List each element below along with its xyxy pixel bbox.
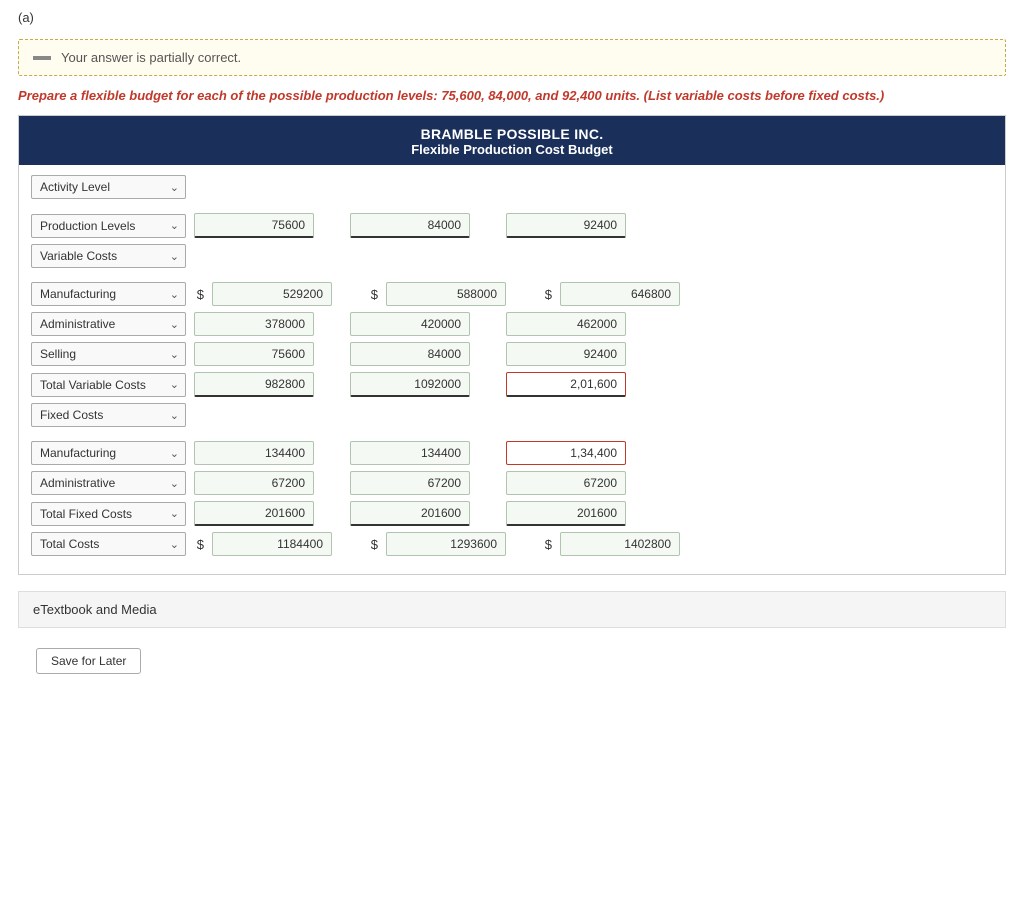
etextbook-label: eTextbook and Media bbox=[33, 602, 157, 617]
value-cell-total-fixed-costs-0[interactable] bbox=[194, 501, 314, 526]
budget-row-manufacturing-var: Manufacturing⌄ $ $ $ bbox=[31, 282, 993, 306]
label-select-manufacturing-var[interactable]: Manufacturing⌄ bbox=[31, 282, 186, 306]
chevron-down-icon: ⌄ bbox=[170, 507, 179, 520]
alert-text: Your answer is partially correct. bbox=[61, 50, 241, 65]
budget-row-administrative-var: Administrative⌄ bbox=[31, 312, 993, 336]
value-cell-total-variable-costs-0[interactable] bbox=[194, 372, 314, 397]
label-select-total-variable-costs[interactable]: Total Variable Costs⌄ bbox=[31, 373, 186, 397]
value-cell-administrative-fix-1[interactable] bbox=[350, 471, 470, 495]
budget-body: Activity Level⌄ Production Levels⌄ Variabl… bbox=[19, 165, 1005, 574]
chevron-down-icon: ⌄ bbox=[170, 477, 179, 490]
budget-title: BRAMBLE POSSIBLE INC. bbox=[27, 126, 997, 142]
value-cell-selling-var-0[interactable] bbox=[194, 342, 314, 366]
budget-table: BRAMBLE POSSIBLE INC. Flexible Productio… bbox=[18, 115, 1006, 575]
budget-row-total-fixed-costs: Total Fixed Costs⌄ bbox=[31, 501, 993, 526]
budget-row-fixed-costs: Fixed Costs⌄ bbox=[31, 403, 993, 427]
alert-icon bbox=[33, 56, 51, 60]
value-cell-selling-var-1[interactable] bbox=[350, 342, 470, 366]
chevron-down-icon: ⌄ bbox=[170, 250, 179, 263]
instruction-base: Prepare a flexible budget for each of th… bbox=[18, 88, 640, 103]
budget-row-manufacturing-fix: Manufacturing⌄ bbox=[31, 441, 993, 465]
dollar-sign-manufacturing-var-0: $ bbox=[194, 287, 204, 302]
etextbook-section: eTextbook and Media bbox=[18, 591, 1006, 628]
value-cell-administrative-var-1[interactable] bbox=[350, 312, 470, 336]
value-cell-production-levels-1[interactable] bbox=[350, 213, 470, 238]
section-label: (a) bbox=[0, 0, 1024, 31]
chevron-down-icon: ⌄ bbox=[170, 219, 179, 232]
value-cell-manufacturing-fix-1[interactable] bbox=[350, 441, 470, 465]
value-cell-manufacturing-fix-0[interactable] bbox=[194, 441, 314, 465]
label-select-selling-var[interactable]: Selling⌄ bbox=[31, 342, 186, 366]
label-select-production-levels[interactable]: Production Levels⌄ bbox=[31, 214, 186, 238]
chevron-down-icon: ⌄ bbox=[170, 447, 179, 460]
value-cell-administrative-fix-2[interactable] bbox=[506, 471, 626, 495]
chevron-down-icon: ⌄ bbox=[170, 378, 179, 391]
label-select-total-fixed-costs[interactable]: Total Fixed Costs⌄ bbox=[31, 502, 186, 526]
label-select-activity-level[interactable]: Activity Level⌄ bbox=[31, 175, 186, 199]
budget-row-variable-costs: Variable Costs⌄ bbox=[31, 244, 993, 268]
label-select-manufacturing-fix[interactable]: Manufacturing⌄ bbox=[31, 441, 186, 465]
dollar-sign-total-costs-1: $ bbox=[368, 537, 378, 552]
value-cell-total-variable-costs-1[interactable] bbox=[350, 372, 470, 397]
value-cell-total-fixed-costs-2[interactable] bbox=[506, 501, 626, 526]
dollar-sign-manufacturing-var-1: $ bbox=[368, 287, 378, 302]
label-select-total-costs[interactable]: Total Costs⌄ bbox=[31, 532, 186, 556]
value-cell-manufacturing-var-2[interactable] bbox=[560, 282, 680, 306]
instruction-note: (List variable costs before fixed costs.… bbox=[644, 88, 885, 103]
budget-row-production-levels: Production Levels⌄ bbox=[31, 213, 993, 238]
value-cell-administrative-fix-0[interactable] bbox=[194, 471, 314, 495]
budget-subtitle: Flexible Production Cost Budget bbox=[27, 142, 997, 157]
alert-box: Your answer is partially correct. bbox=[18, 39, 1006, 76]
chevron-down-icon: ⌄ bbox=[170, 181, 179, 194]
budget-row-total-costs: Total Costs⌄ $ $ $ bbox=[31, 532, 993, 556]
value-cell-total-costs-0[interactable] bbox=[212, 532, 332, 556]
save-for-later-button[interactable]: Save for Later bbox=[36, 648, 141, 674]
chevron-down-icon: ⌄ bbox=[170, 409, 179, 422]
value-cell-total-costs-2[interactable] bbox=[560, 532, 680, 556]
value-cell-administrative-var-0[interactable] bbox=[194, 312, 314, 336]
value-cell-administrative-var-2[interactable] bbox=[506, 312, 626, 336]
label-select-administrative-fix[interactable]: Administrative⌄ bbox=[31, 471, 186, 495]
label-select-administrative-var[interactable]: Administrative⌄ bbox=[31, 312, 186, 336]
chevron-down-icon: ⌄ bbox=[170, 318, 179, 331]
value-cell-total-fixed-costs-1[interactable] bbox=[350, 501, 470, 526]
value-cell-total-costs-1[interactable] bbox=[386, 532, 506, 556]
budget-row-activity-level: Activity Level⌄ bbox=[31, 175, 993, 199]
chevron-down-icon: ⌄ bbox=[170, 538, 179, 551]
budget-row-administrative-fix: Administrative⌄ bbox=[31, 471, 993, 495]
value-cell-manufacturing-var-1[interactable] bbox=[386, 282, 506, 306]
dollar-sign-total-costs-0: $ bbox=[194, 537, 204, 552]
dollar-sign-manufacturing-var-2: $ bbox=[542, 287, 552, 302]
label-select-variable-costs[interactable]: Variable Costs⌄ bbox=[31, 244, 186, 268]
budget-header: BRAMBLE POSSIBLE INC. Flexible Productio… bbox=[19, 116, 1005, 165]
value-cell-manufacturing-fix-2[interactable] bbox=[506, 441, 626, 465]
value-cell-selling-var-2[interactable] bbox=[506, 342, 626, 366]
value-cell-total-variable-costs-2[interactable] bbox=[506, 372, 626, 397]
label-select-fixed-costs[interactable]: Fixed Costs⌄ bbox=[31, 403, 186, 427]
dollar-sign-total-costs-2: $ bbox=[542, 537, 552, 552]
chevron-down-icon: ⌄ bbox=[170, 348, 179, 361]
value-cell-production-levels-2[interactable] bbox=[506, 213, 626, 238]
instruction: Prepare a flexible budget for each of th… bbox=[18, 88, 1006, 103]
budget-row-total-variable-costs: Total Variable Costs⌄ bbox=[31, 372, 993, 397]
chevron-down-icon: ⌄ bbox=[170, 288, 179, 301]
budget-row-selling-var: Selling⌄ bbox=[31, 342, 993, 366]
value-cell-manufacturing-var-0[interactable] bbox=[212, 282, 332, 306]
value-cell-production-levels-0[interactable] bbox=[194, 213, 314, 238]
